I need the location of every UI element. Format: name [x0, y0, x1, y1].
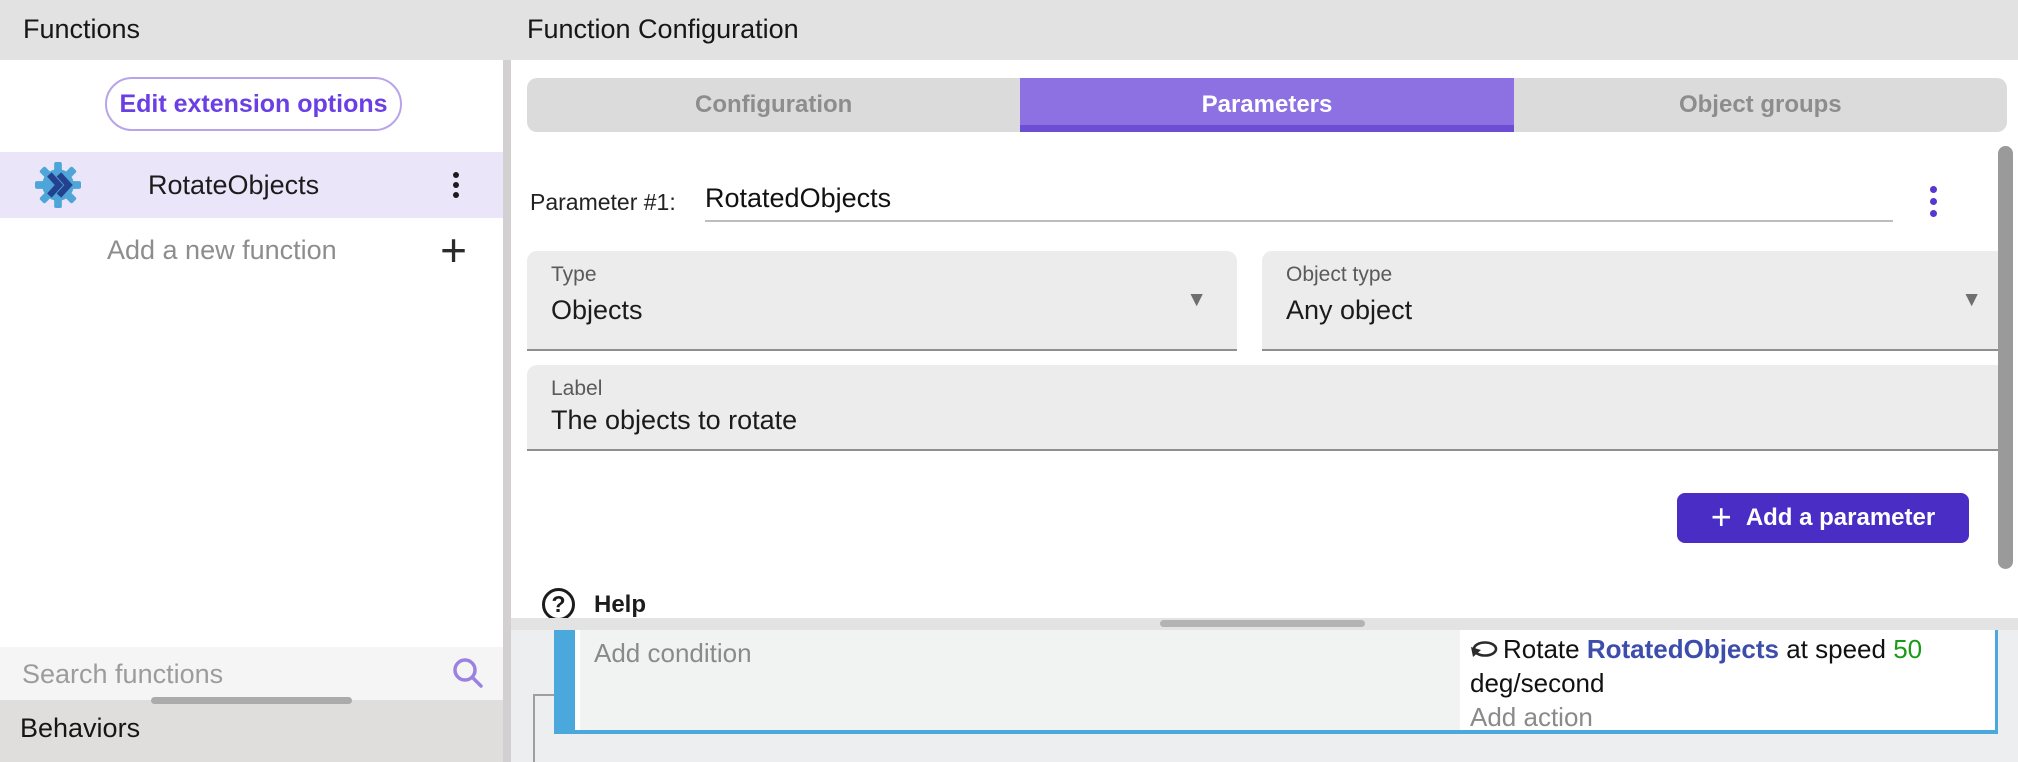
- add-condition-cell[interactable]: Add condition: [580, 630, 1460, 730]
- vertical-scrollbar-thumb[interactable]: [1998, 146, 2013, 569]
- search-icon: [449, 655, 487, 693]
- parameter-label-field[interactable]: Label The objects to rotate: [527, 365, 2012, 451]
- functions-sidebar: Edit extension options Rotate: [0, 60, 503, 762]
- parameter-label-field-label: Label: [551, 377, 602, 401]
- add-action-link[interactable]: Add action: [1470, 700, 1985, 730]
- type-select[interactable]: Type Objects ▼: [527, 251, 1237, 351]
- function-gear-icon: [35, 162, 81, 208]
- action-speed-value: 50: [1893, 634, 1922, 664]
- help-label: Help: [594, 591, 646, 619]
- behaviors-resize-handle[interactable]: [151, 697, 352, 704]
- tab-parameters[interactable]: Parameters: [1020, 78, 1513, 132]
- function-item-menu-icon[interactable]: [449, 168, 463, 202]
- rotate-action-icon: [1470, 636, 1500, 662]
- chevron-down-icon: ▼: [1186, 288, 1207, 312]
- object-type-select-value: Any object: [1286, 295, 1412, 326]
- search-functions-input[interactable]: [20, 653, 424, 695]
- overlay-resize-handle[interactable]: [1160, 620, 1365, 627]
- search-functions-container: [0, 647, 503, 700]
- function-configuration-title: Function Configuration: [527, 14, 799, 45]
- parameter-label-field-value: The objects to rotate: [551, 405, 797, 436]
- object-type-select-label: Object type: [1286, 263, 1392, 287]
- parameter-menu-icon[interactable]: [1926, 182, 1941, 221]
- panel-divider: [503, 60, 511, 762]
- function-item-label: RotateObjects: [148, 170, 319, 201]
- chevron-down-icon: ▼: [1961, 288, 1982, 312]
- configuration-tabs: Configuration Parameters Object groups: [527, 78, 2007, 132]
- type-select-label: Type: [551, 263, 597, 287]
- action-row[interactable]: Rotate RotatedObjects at speed 50 deg/se…: [1470, 632, 1985, 700]
- add-new-function-row[interactable]: Add a new function +: [0, 218, 503, 282]
- event-drag-handle[interactable]: [554, 630, 575, 730]
- event-sheet-overlay: Add condition Rotate RotatedObjects at s…: [511, 618, 2018, 762]
- action-text-prefix: Rotate: [1503, 634, 1587, 664]
- edit-extension-options-button[interactable]: Edit extension options: [105, 77, 402, 131]
- question-mark-icon: ?: [542, 588, 575, 621]
- top-header: Functions Function Configuration: [0, 0, 2018, 60]
- plus-icon: +: [1711, 499, 1732, 535]
- action-text-middle: at speed: [1779, 634, 1893, 664]
- event-block: Add condition Rotate RotatedObjects at s…: [554, 630, 1998, 734]
- function-list-item-rotateobjects[interactable]: RotateObjects: [0, 152, 503, 218]
- add-function-label: Add a new function: [107, 235, 337, 266]
- object-type-select[interactable]: Object type Any object ▼: [1262, 251, 2012, 351]
- function-configuration-panel: Configuration Parameters Object groups P…: [511, 60, 2018, 618]
- add-function-plus-icon: +: [440, 220, 467, 280]
- subevent-connector-vertical: [533, 694, 535, 762]
- actions-cell: Rotate RotatedObjects at speed 50 deg/se…: [1460, 630, 1995, 730]
- behaviors-section-header: Behaviors: [0, 700, 503, 762]
- action-object-name: RotatedObjects: [1587, 634, 1779, 664]
- add-parameter-button-label: Add a parameter: [1746, 504, 1935, 532]
- action-text-suffix: deg/second: [1470, 668, 1604, 698]
- tab-configuration[interactable]: Configuration: [527, 78, 1020, 132]
- functions-panel-title: Functions: [23, 14, 140, 45]
- help-link[interactable]: ? Help: [542, 588, 646, 621]
- type-select-value: Objects: [551, 295, 643, 326]
- tab-object-groups[interactable]: Object groups: [1514, 78, 2007, 132]
- add-parameter-button[interactable]: + Add a parameter: [1677, 493, 1969, 543]
- parameter-index-label: Parameter #1:: [530, 189, 676, 216]
- behaviors-title: Behaviors: [20, 713, 140, 744]
- parameter-name-field-wrap: [705, 176, 1893, 222]
- subevent-connector-horizontal: [533, 694, 555, 696]
- parameter-name-input[interactable]: [705, 176, 1893, 220]
- overlay-top-bar: [511, 618, 2018, 630]
